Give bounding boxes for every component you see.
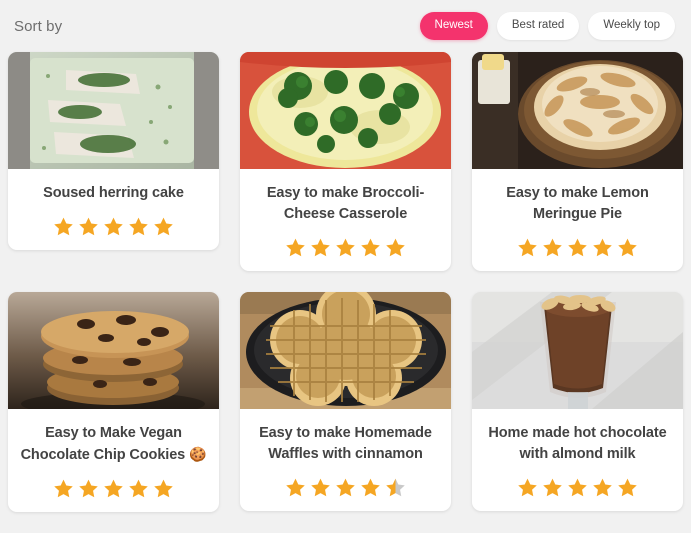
- homemade-waffles-photo: [240, 292, 451, 410]
- star-icon: [618, 478, 637, 497]
- recipe-card[interactable]: Soused herring cake: [8, 52, 219, 251]
- rating-stars[interactable]: [18, 216, 209, 237]
- star-icon: [154, 217, 173, 236]
- rating-stars[interactable]: [250, 477, 441, 498]
- recipe-card-body: Easy to Make Vegan Chocolate Chip Cookie…: [8, 409, 219, 512]
- star-icon: [518, 478, 537, 497]
- sort-button-newest[interactable]: Newest: [419, 12, 488, 40]
- star-icon: [593, 238, 612, 257]
- sort-button-group: Newest Best rated Weekly top: [419, 12, 675, 40]
- star-icon: [361, 478, 380, 497]
- recipe-card[interactable]: Easy to make Broccoli-Cheese Casserole: [240, 52, 451, 272]
- star-icon: [286, 478, 305, 497]
- recipe-card[interactable]: Easy to Make Vegan Chocolate Chip Cookie…: [8, 292, 219, 513]
- star-icon: [543, 478, 562, 497]
- recipe-title-text: Easy to Make Vegan Chocolate Chip Cookie…: [20, 425, 186, 464]
- recipe-title: Easy to make Homemade Waffles with cinna…: [259, 425, 432, 463]
- star-icon: [286, 238, 305, 257]
- vegan-chocolate-chip-cookies-photo: [8, 292, 219, 410]
- recipe-title: Easy to make Broccoli-Cheese Casserole: [266, 185, 425, 223]
- star-icon: [129, 479, 148, 498]
- star-icon: [618, 238, 637, 257]
- star-icon: [543, 238, 562, 257]
- lemon-meringue-pie-photo: [472, 52, 683, 169]
- star-icon: [386, 238, 405, 257]
- star-icon: [568, 478, 587, 497]
- star-icon: [104, 217, 123, 236]
- star-icon: [518, 238, 537, 257]
- recipe-title: Home made hot chocolate with almond milk: [488, 425, 667, 463]
- recipe-card-body: Soused herring cake: [8, 169, 219, 250]
- sort-button-weekly-top[interactable]: Weekly top: [588, 12, 675, 40]
- hot-chocolate-almond-milk-photo: [472, 292, 683, 410]
- soused-herring-cake-photo: [8, 52, 219, 169]
- star-icon: [154, 479, 173, 498]
- recipe-card-body: Easy to make Lemon Meringue Pie: [472, 169, 683, 271]
- recipe-card-grid: Soused herring cake Easy to make Broccol…: [0, 52, 691, 513]
- star-icon: [593, 478, 612, 497]
- rating-stars[interactable]: [18, 478, 209, 499]
- sort-by-label: Sort by: [14, 17, 63, 35]
- star-icon: [336, 478, 355, 497]
- broccoli-cheese-casserole-photo: [240, 52, 451, 169]
- cookie-emoji: 🍪: [189, 446, 207, 463]
- sort-toolbar: Sort by Newest Best rated Weekly top: [0, 0, 691, 52]
- recipe-card-body: Easy to make Homemade Waffles with cinna…: [240, 409, 451, 511]
- star-icon: [129, 217, 148, 236]
- rating-stars[interactable]: [482, 477, 673, 498]
- star-icon: [54, 479, 73, 498]
- recipe-card[interactable]: Home made hot chocolate with almond milk: [472, 292, 683, 512]
- star-icon: [79, 217, 98, 236]
- recipe-title: Easy to make Lemon Meringue Pie: [506, 185, 649, 223]
- star-icon: [361, 238, 380, 257]
- star-icon: [54, 217, 73, 236]
- star-icon: [336, 238, 355, 257]
- star-icon: [104, 479, 123, 498]
- recipe-card-body: Easy to make Broccoli-Cheese Casserole: [240, 169, 451, 271]
- star-half-icon: [386, 478, 405, 497]
- sort-button-best-rated[interactable]: Best rated: [496, 12, 580, 40]
- star-icon: [311, 238, 330, 257]
- star-icon: [79, 479, 98, 498]
- rating-stars[interactable]: [250, 237, 441, 258]
- recipe-title: Easy to Make Vegan Chocolate Chip Cookie…: [18, 423, 209, 466]
- recipe-card-body: Home made hot chocolate with almond milk: [472, 409, 683, 511]
- star-icon: [568, 238, 587, 257]
- rating-stars[interactable]: [482, 237, 673, 258]
- recipe-card[interactable]: Easy to make Lemon Meringue Pie: [472, 52, 683, 272]
- recipe-card[interactable]: Easy to make Homemade Waffles with cinna…: [240, 292, 451, 512]
- star-icon: [311, 478, 330, 497]
- recipe-title: Soused herring cake: [43, 185, 184, 201]
